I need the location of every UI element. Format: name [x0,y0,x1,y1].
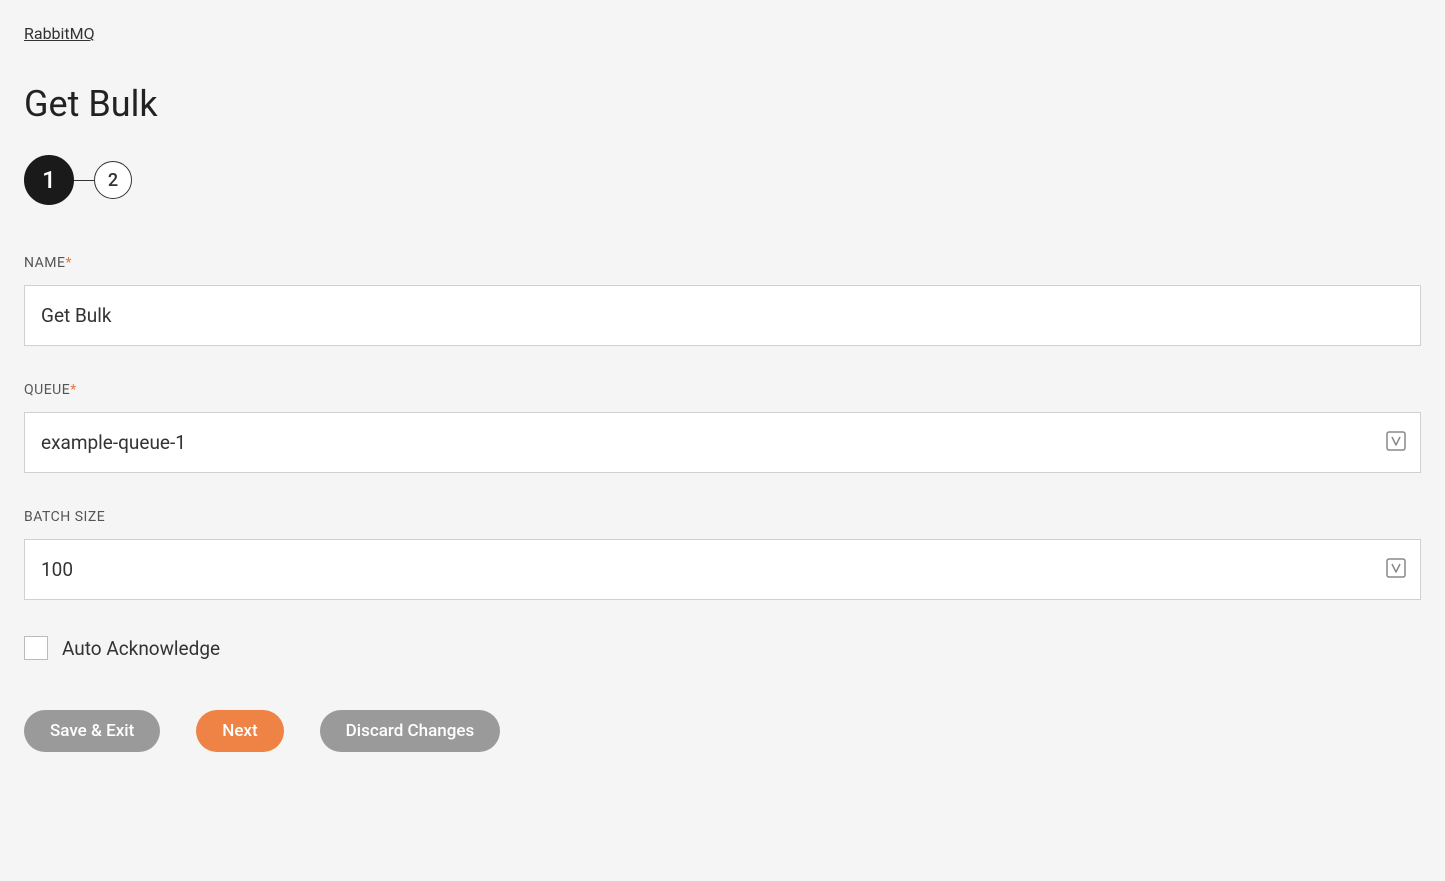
queue-label: QUEUE* [24,382,1421,398]
name-input[interactable] [24,285,1421,346]
step-connector [74,180,94,181]
form-group-batch-size: BATCH SIZE [24,509,1421,600]
step-1[interactable]: 1 [24,155,74,205]
variable-icon[interactable] [1385,430,1407,456]
queue-label-text: QUEUE [24,382,70,398]
next-button[interactable]: Next [196,710,283,752]
discard-button[interactable]: Discard Changes [320,710,501,752]
page-title: Get Bulk [24,83,1421,125]
save-exit-button[interactable]: Save & Exit [24,710,160,752]
auto-ack-row: Auto Acknowledge [24,636,1421,660]
form-group-name: NAME* [24,255,1421,346]
variable-icon[interactable] [1385,557,1407,583]
auto-ack-checkbox[interactable] [24,636,48,660]
queue-input[interactable] [24,412,1421,473]
name-label-text: NAME [24,255,65,271]
name-label: NAME* [24,255,1421,271]
batch-size-label: BATCH SIZE [24,509,1421,525]
auto-ack-label: Auto Acknowledge [62,637,220,660]
required-asterisk: * [65,255,72,271]
required-asterisk: * [70,382,77,398]
breadcrumb-link[interactable]: RabbitMQ [24,24,95,43]
batch-size-input[interactable] [24,539,1421,600]
stepper: 1 2 [24,155,1421,205]
button-row: Save & Exit Next Discard Changes [24,710,1421,752]
form-group-queue: QUEUE* [24,382,1421,473]
step-2[interactable]: 2 [94,161,132,199]
